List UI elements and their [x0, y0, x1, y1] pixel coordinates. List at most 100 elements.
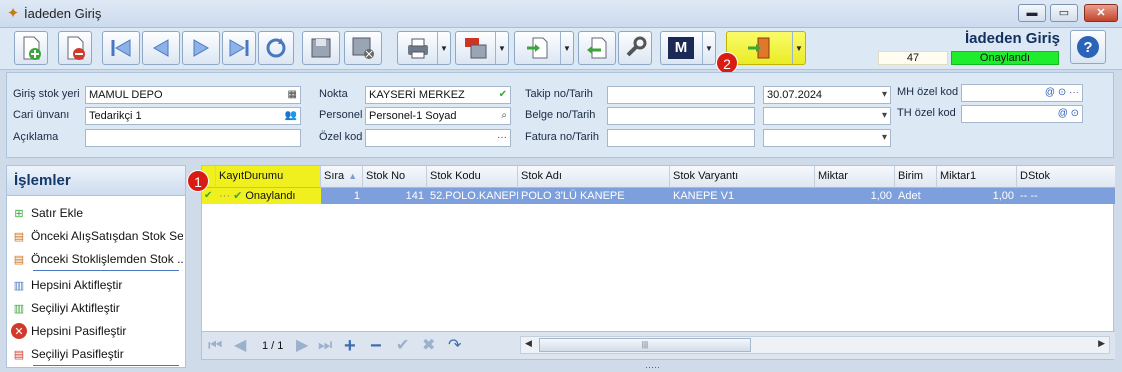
at-icon[interactable]: @ ⊙ — [1058, 106, 1079, 122]
pdf-dropdown-icon[interactable]: ▼ — [495, 32, 508, 64]
horizontal-scrollbar[interactable]: ◀ ||| ▶ — [520, 336, 1110, 354]
col-sira-label: Sıra — [324, 170, 345, 182]
ellipsis-icon[interactable]: ··· — [497, 130, 507, 146]
save-close-button[interactable] — [344, 31, 382, 65]
cari-unvani-value: Tedarikçi 1 — [89, 110, 142, 122]
col-birim[interactable]: Birim — [895, 166, 937, 188]
check-icon[interactable]: ✔ — [499, 87, 507, 103]
cell-miktar[interactable]: 1,00 — [815, 188, 895, 204]
cell-stok-adi[interactable]: POLO 3'LÜ KANEPE — [518, 188, 670, 204]
personel-field[interactable]: Personel-1 Soyad ⌕ — [365, 107, 511, 125]
cell-dstok[interactable]: -- -- — [1017, 188, 1115, 204]
minimize-button[interactable]: ▬ — [1018, 4, 1046, 22]
cell-sira[interactable]: 1 — [321, 188, 363, 204]
refresh-button[interactable] — [258, 31, 294, 65]
back-document-button[interactable] — [578, 31, 616, 65]
close-button[interactable]: ✕ — [1084, 4, 1118, 22]
cell-stok-no[interactable]: 141 — [363, 188, 427, 204]
col-miktar[interactable]: Miktar — [815, 166, 895, 188]
exit-door-icon — [748, 37, 770, 59]
new-document-button[interactable] — [14, 31, 48, 65]
save-close-icon — [352, 37, 374, 59]
splitter-grip[interactable]: ····· — [645, 362, 660, 372]
next-page-icon[interactable]: ▶ — [296, 337, 308, 355]
lookup-icon[interactable]: ▦ — [288, 87, 297, 103]
deactivate-selected-icon: ▤ — [13, 348, 25, 361]
belge-no-field[interactable] — [607, 107, 755, 125]
divider — [33, 270, 179, 271]
last-page-icon[interactable]: ⏭ — [318, 337, 332, 355]
ozel-kod-field[interactable]: ··· — [365, 129, 511, 147]
fatura-no-field[interactable] — [607, 129, 755, 147]
op-onceki-stok-islem[interactable]: ▤ Önceki Stoklişlemden Stok ... — [11, 249, 183, 269]
fatura-tarih-field[interactable]: ▾ — [763, 129, 891, 147]
add-record-icon[interactable]: + — [344, 336, 356, 356]
print-dropdown-icon[interactable]: ▼ — [437, 32, 450, 64]
confirm-icon[interactable]: ✔ — [396, 337, 409, 355]
m-button[interactable]: M ▼ — [660, 31, 716, 65]
remove-record-icon[interactable]: − — [370, 336, 382, 356]
col-miktar1[interactable]: Miktar1 — [937, 166, 1017, 188]
pdf-export-button[interactable]: ▼ — [455, 31, 509, 65]
search-icon[interactable]: ⌕ — [501, 108, 507, 124]
ozel-kod-label: Özel kod — [319, 131, 363, 143]
op-seciliyi-aktiflestir[interactable]: ▥ Seçiliyi Aktifleştir — [11, 298, 183, 318]
aciklama-field[interactable] — [85, 129, 301, 147]
maximize-button[interactable]: ▭ — [1050, 4, 1078, 22]
at-icon[interactable]: @ ⊙ ··· — [1045, 85, 1079, 101]
nokta-field[interactable]: KAYSERİ MERKEZ ✔ — [365, 86, 511, 104]
op-satir-ekle[interactable]: ⊞ Satır Ekle — [11, 203, 183, 223]
step-badge-2: 2 — [716, 52, 738, 74]
import-dropdown-icon[interactable]: ▼ — [560, 32, 573, 64]
cari-unvani-field[interactable]: Tedarikçi 1 👥 — [85, 107, 301, 125]
exit-button[interactable]: ▼ — [726, 31, 806, 65]
tools-button[interactable] — [618, 31, 652, 65]
col-kayit-durumu[interactable]: KayıtDurumu — [216, 166, 321, 188]
scroll-thumb[interactable]: ||| — [539, 338, 751, 352]
col-stok-kodu[interactable]: Stok Kodu — [427, 166, 518, 188]
help-button[interactable]: ? — [1070, 30, 1106, 64]
cancel-icon[interactable]: ✖ — [422, 337, 435, 355]
chevron-down-icon[interactable]: ▾ — [882, 87, 887, 103]
th-ozel-kod-field[interactable]: @ ⊙ — [961, 105, 1083, 123]
col-stok-no[interactable]: Stok No — [363, 166, 427, 188]
m-dropdown-icon[interactable]: ▼ — [702, 32, 715, 64]
op-label: Seçiliyi Aktifleştir — [31, 301, 120, 315]
back-document-icon — [587, 37, 607, 59]
prev-page-icon[interactable]: ◀ — [234, 337, 246, 355]
cell-stok-kodu[interactable]: 52.POLO.KANEPE — [427, 188, 518, 204]
op-hepsini-pasiflestir[interactable]: ✕ Hepsini Pasifleştir — [11, 321, 183, 341]
import-button[interactable]: ▼ — [514, 31, 574, 65]
op-hepsini-aktiflestir[interactable]: ▥ Hepsini Aktifleştir — [11, 275, 183, 295]
previous-record-button[interactable] — [142, 31, 180, 65]
col-sira[interactable]: Sıra ▲ — [321, 166, 363, 188]
col-stok-adi[interactable]: Stok Adı — [518, 166, 670, 188]
scroll-left-icon[interactable]: ◀ — [525, 338, 532, 349]
scroll-right-icon[interactable]: ▶ — [1098, 338, 1105, 349]
belge-tarih-field[interactable]: ▾ — [763, 107, 891, 125]
save-button[interactable] — [302, 31, 340, 65]
first-record-button[interactable] — [102, 31, 140, 65]
col-stok-varyanti[interactable]: Stok Varyantı — [670, 166, 815, 188]
cell-kayit-durumu[interactable]: ··· ✔ Onaylandı — [216, 188, 321, 204]
next-record-button[interactable] — [182, 31, 220, 65]
takip-tarih-field[interactable]: 30.07.2024 ▾ — [763, 86, 891, 104]
giris-stok-yeri-field[interactable]: MAMUL DEPO ▦ — [85, 86, 301, 104]
refresh-grid-icon[interactable]: ↷ — [448, 337, 461, 355]
col-dstok[interactable]: DStok — [1017, 166, 1115, 188]
delete-document-button[interactable] — [58, 31, 92, 65]
cell-miktar1[interactable]: 1,00 — [937, 188, 1017, 204]
last-record-button[interactable] — [222, 31, 256, 65]
takip-no-field[interactable] — [607, 86, 755, 104]
chevron-down-icon[interactable]: ▾ — [882, 108, 887, 124]
first-page-icon[interactable]: ⏮ — [208, 337, 222, 355]
users-icon[interactable]: 👥 — [285, 108, 297, 124]
cell-birim[interactable]: Adet — [895, 188, 937, 204]
chevron-down-icon[interactable]: ▾ — [882, 130, 887, 146]
op-onceki-alis-satis[interactable]: ▤ Önceki AlışSatışdan Stok Seç — [11, 226, 183, 246]
op-seciliyi-pasiflestir[interactable]: ▤ Seçiliyi Pasifleştir — [11, 344, 183, 364]
cell-stok-varyanti[interactable]: KANEPE V1 — [670, 188, 815, 204]
print-button[interactable]: ▼ — [397, 31, 451, 65]
exit-dropdown-icon[interactable]: ▼ — [792, 32, 805, 64]
mh-ozel-kod-field[interactable]: @ ⊙ ··· — [961, 84, 1083, 102]
